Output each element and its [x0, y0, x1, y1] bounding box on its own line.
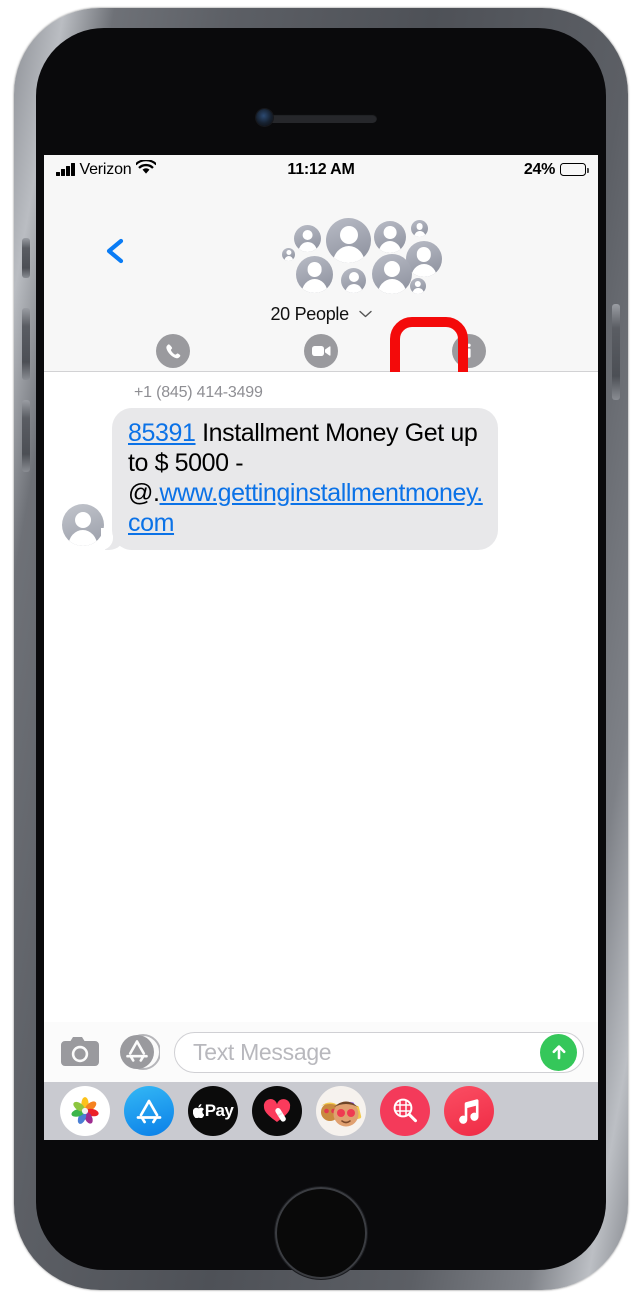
- battery-percent-label: 24%: [523, 160, 555, 178]
- app-app-store[interactable]: [124, 1086, 174, 1136]
- spam-url-link[interactable]: www.gettinginstallmentmoney.com: [128, 479, 483, 537]
- app-digital-touch[interactable]: [252, 1086, 302, 1136]
- apple-logo-icon: [192, 1104, 204, 1118]
- avatar: [282, 248, 295, 261]
- avatar: [372, 254, 412, 294]
- digital-touch-heart-icon: [263, 1099, 291, 1122]
- camera-button[interactable]: [58, 1033, 102, 1071]
- chevron-down-icon: [358, 302, 372, 323]
- status-bar-time: 11:12 AM: [287, 160, 355, 178]
- group-name-label: 20 People: [270, 304, 349, 324]
- message-placeholder: Text Message: [193, 1038, 332, 1065]
- screenshot-stage: Verizon 11:12 AM 24% 20 People +1 (845) …: [0, 0, 642, 1298]
- avatar: [326, 218, 371, 263]
- imessage-app-store-button[interactable]: [116, 1030, 161, 1074]
- app-images[interactable]: [380, 1086, 430, 1136]
- status-bar-right: 24%: [523, 160, 589, 179]
- back-button[interactable]: [102, 237, 128, 264]
- apple-pay-wordmark: Pay: [192, 1101, 234, 1121]
- message-row: 85391 Installment Money Get up to $ 5000…: [62, 408, 498, 550]
- battery-icon: [560, 163, 589, 176]
- avatar: [341, 268, 366, 293]
- imessage-app-drawer: Pay: [44, 1082, 598, 1140]
- avatar: [296, 256, 333, 293]
- music-note-icon: [459, 1099, 479, 1124]
- app-apple-pay[interactable]: Pay: [188, 1086, 238, 1136]
- earpiece-speaker: [265, 114, 377, 123]
- avatar: [374, 221, 406, 253]
- sender-avatar[interactable]: [62, 504, 104, 546]
- camera-icon: [61, 1037, 99, 1066]
- phone-icon: [156, 334, 190, 368]
- status-bar: Verizon 11:12 AM 24%: [44, 155, 598, 184]
- group-avatar-cluster[interactable]: [234, 216, 442, 298]
- app-photos[interactable]: [60, 1086, 110, 1136]
- message-sender-label: +1 (845) 414-3499: [134, 384, 263, 401]
- app-store-icon: [136, 1099, 162, 1124]
- message-input-bar: Text Message: [44, 1022, 598, 1082]
- images-search-icon: [393, 1098, 417, 1123]
- group-name-button[interactable]: 20 People: [44, 302, 598, 325]
- volume-up-button[interactable]: [22, 308, 30, 380]
- avatar: [411, 220, 428, 237]
- avatar: [410, 278, 426, 294]
- message-bubble[interactable]: 85391 Installment Money Get up to $ 5000…: [112, 408, 498, 550]
- home-button[interactable]: [275, 1187, 367, 1279]
- message-text-field[interactable]: Text Message: [174, 1031, 584, 1073]
- app-music[interactable]: [444, 1086, 494, 1136]
- app-memoji[interactable]: [316, 1086, 366, 1136]
- video-camera-icon: [304, 334, 338, 368]
- photos-icon: [71, 1097, 99, 1124]
- memoji-icon: [321, 1101, 362, 1127]
- front-camera-icon: [256, 109, 273, 126]
- send-button[interactable]: [540, 1033, 577, 1071]
- shortcode-link[interactable]: 85391: [128, 419, 196, 447]
- message-list: +1 (845) 414-3499 85391 Installment Mone…: [44, 372, 598, 1026]
- avatar: [294, 225, 321, 252]
- info-icon: [452, 334, 486, 368]
- send-arrow-up-icon: [552, 1045, 565, 1060]
- power-button[interactable]: [612, 304, 620, 400]
- phone-display: Verizon 11:12 AM 24% 20 People +1 (845) …: [44, 155, 598, 1140]
- volume-down-button[interactable]: [22, 400, 30, 472]
- conversation-header: 20 People audio: [44, 184, 598, 409]
- mute-switch[interactable]: [22, 238, 30, 278]
- message-bubble-wrap: 85391 Installment Money Get up to $ 5000…: [101, 408, 498, 550]
- app-store-icon: [120, 1034, 161, 1070]
